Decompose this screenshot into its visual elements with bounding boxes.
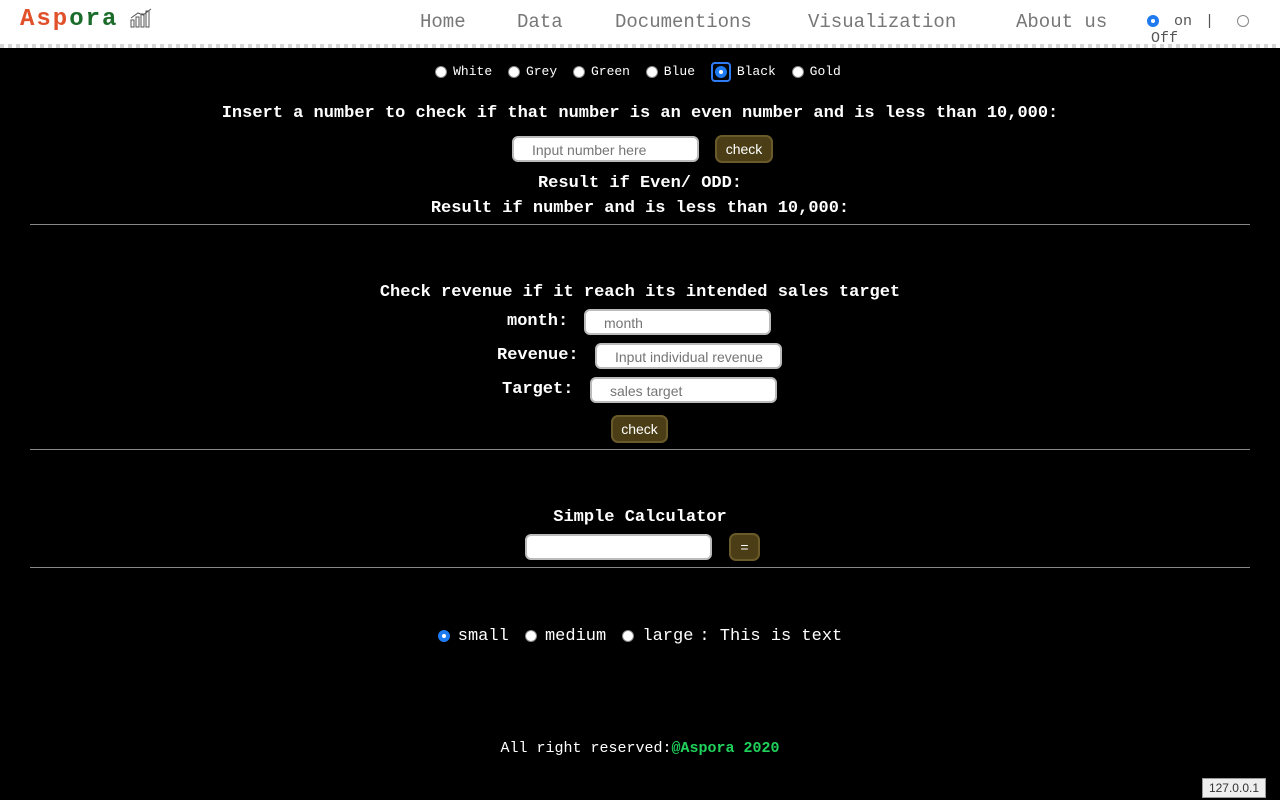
toggle-on-radio[interactable] <box>1147 15 1159 28</box>
theme-blue-radio[interactable] <box>645 66 658 78</box>
theme-white-label: White <box>453 64 493 80</box>
nav-home[interactable]: Home <box>420 11 466 33</box>
theme-white-radio[interactable] <box>435 66 448 78</box>
divider-1 <box>30 224 1250 225</box>
size-large-radio[interactable] <box>622 629 635 642</box>
logo-text-part1: Asp <box>20 6 70 33</box>
dark-mode-toggle: on | Off <box>1147 13 1280 47</box>
calculator-equals-button[interactable]: = <box>729 533 760 561</box>
nav-data[interactable]: Data <box>517 11 563 33</box>
footer: All right reserved:@Aspora 2020 <box>0 740 1280 757</box>
even-check-question: Insert a number to check if that number … <box>221 104 1059 123</box>
nav-about-us[interactable]: About us <box>1016 11 1107 33</box>
theme-black-radio[interactable] <box>714 66 727 78</box>
theme-black-label: Black <box>736 64 776 80</box>
even-check-button[interactable]: check <box>715 135 773 163</box>
toggle-separator: | <box>1205 13 1215 30</box>
month-input[interactable]: month <box>584 309 771 335</box>
revenue-label: Revenue: <box>497 346 579 365</box>
text-size-selector: small medium large : This is text <box>0 627 1280 646</box>
revenue-check-button[interactable]: check <box>611 415 668 443</box>
target-label: Target: <box>502 380 574 399</box>
divider-3 <box>30 567 1250 568</box>
size-small-radio[interactable] <box>437 629 450 642</box>
footer-brand: @Aspora 2020 <box>671 740 780 757</box>
toggle-off-radio[interactable] <box>1237 15 1250 28</box>
theme-selector: White Grey Green Blue Black Gold <box>0 62 1280 82</box>
footer-text: All right reserved: <box>500 740 672 757</box>
theme-gold-radio[interactable] <box>791 66 804 78</box>
size-small-label: small <box>457 627 509 646</box>
size-medium-label: medium <box>544 627 607 646</box>
host-badge: 127.0.0.1 <box>1201 778 1266 798</box>
nav-documentions[interactable]: Documentions <box>615 11 752 33</box>
chart-icon <box>130 8 152 28</box>
nav-visualization[interactable]: Visualization <box>808 11 956 33</box>
top-navbar: Aspora Home Data Documentions Visualizat… <box>0 0 1280 47</box>
theme-blue-label: Blue <box>663 64 696 80</box>
month-label: month: <box>507 312 569 331</box>
size-medium-radio[interactable] <box>524 629 537 642</box>
sample-text: : This is text <box>699 627 843 646</box>
revenue-title: Check revenue if it reach its intended s… <box>379 283 901 302</box>
site-logo[interactable]: Aspora <box>20 6 118 33</box>
theme-green-radio[interactable] <box>572 66 585 78</box>
less-than-result: Result if number and is less than 10,000… <box>430 199 850 218</box>
navbar-border <box>0 44 1280 48</box>
logo-text-part2: ora <box>69 6 119 33</box>
theme-gold-label: Gold <box>809 64 841 80</box>
theme-green-label: Green <box>590 64 630 80</box>
even-odd-result: Result if Even/ ODD: <box>537 174 743 193</box>
size-large-label: large <box>642 627 694 646</box>
divider-2 <box>30 449 1250 450</box>
number-input[interactable]: Input number here <box>512 136 699 162</box>
toggle-on-label: on <box>1174 13 1193 30</box>
calculator-input[interactable] <box>525 534 712 560</box>
theme-grey-label: Grey <box>525 64 558 80</box>
theme-black-focus <box>710 62 731 82</box>
revenue-input[interactable]: Input individual revenue <box>595 343 782 369</box>
calculator-title: Simple Calculator <box>553 508 727 527</box>
theme-grey-radio[interactable] <box>507 66 520 78</box>
target-input[interactable]: sales target <box>590 377 777 403</box>
